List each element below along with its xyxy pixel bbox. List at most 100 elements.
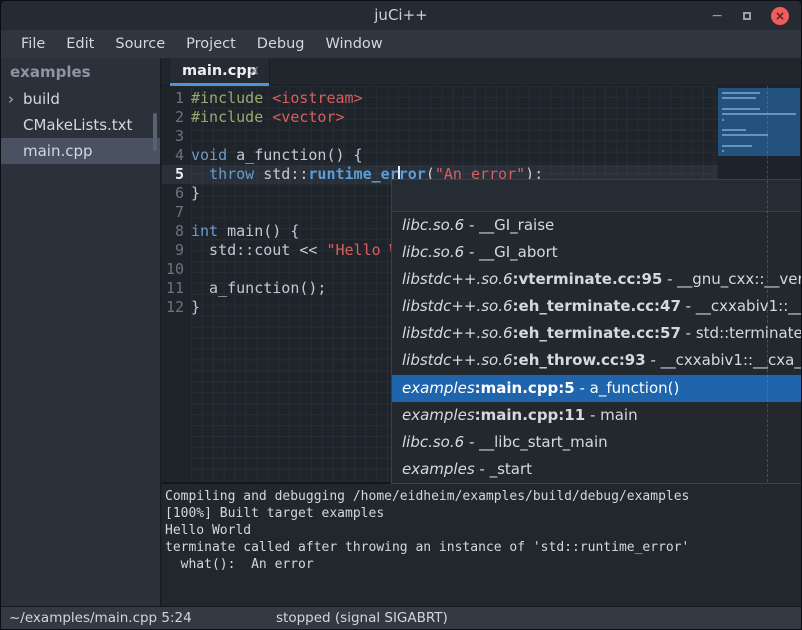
backtrace-row[interactable]: libstdc++.so.6:vterminate.cc:95 - __gnu_…: [392, 266, 802, 293]
minimap-code-line: [722, 97, 756, 99]
frame-file-line: :main.cpp:5: [475, 379, 575, 397]
frame-file-line: :eh_terminate.cc:47: [513, 297, 681, 315]
token-str: "Hello W: [326, 241, 398, 259]
menu-debug[interactable]: Debug: [247, 36, 316, 52]
code-line[interactable]: 6}: [162, 184, 200, 203]
token-def: std::: [254, 165, 308, 183]
token-str: <iostream>: [272, 89, 362, 107]
menu-edit[interactable]: Edit: [56, 36, 105, 52]
frame-function: - __gnu_cxx::__verbos: [662, 270, 802, 288]
backtrace-row[interactable]: libc.so.6 - __GI_raise: [392, 212, 802, 239]
frame-function: - a_function(): [575, 379, 680, 397]
backtrace-row[interactable]: examples:main.cpp:5 - a_function(): [392, 375, 802, 402]
frame-library: libc.so.6: [402, 243, 464, 261]
code-line[interactable]: 10: [162, 260, 191, 279]
minimap[interactable]: [718, 88, 800, 156]
code-text: #include <vector>: [191, 108, 345, 127]
code-line[interactable]: 11 a_function();: [162, 279, 326, 298]
menu-source[interactable]: Source: [105, 36, 176, 52]
app-window: juCi++ − × FileEditSourceProjectDebugWin…: [0, 0, 802, 630]
token-def: }: [191, 298, 200, 316]
code-line[interactable]: 1#include <iostream>: [162, 89, 363, 108]
code-line[interactable]: 4void a_function() {: [162, 146, 363, 165]
code-text: }: [191, 184, 200, 203]
frame-function: - main: [585, 406, 637, 424]
frame-file-line: :eh_terminate.cc:57: [513, 324, 681, 342]
token-kw: throw: [209, 165, 254, 183]
frame-library: examples: [402, 379, 475, 397]
line-number: 9: [162, 241, 191, 260]
code-line[interactable]: 3: [162, 127, 191, 146]
code-line[interactable]: 8int main() {: [162, 222, 299, 241]
minimap-code-line: [722, 134, 768, 136]
sidebar-scrollbar[interactable]: [153, 113, 157, 151]
minimap-code-line: [722, 92, 760, 94]
window-controls: − ×: [711, 1, 789, 30]
backtrace-row[interactable]: libstdc++.so.6:eh_terminate.cc:47 - __cx…: [392, 293, 802, 320]
line-number: 1: [162, 89, 191, 108]
tree-item-label: build: [23, 90, 60, 108]
backtrace-row[interactable]: libc.so.6 - __GI_abort: [392, 239, 802, 266]
line-number: 7: [162, 203, 191, 222]
terminal-line: terminate called after throwing an insta…: [165, 539, 801, 556]
minimap-code-line: [722, 113, 796, 115]
tab-close-icon[interactable]: ×: [248, 58, 260, 84]
code-line[interactable]: 7: [162, 203, 191, 222]
frame-function: - _start: [475, 460, 532, 478]
title-bar[interactable]: juCi++ − ×: [1, 1, 801, 31]
frame-library: libc.so.6: [402, 433, 464, 451]
file-tree-sidebar: examples ›buildCMakeLists.txtmain.cpp: [1, 58, 161, 606]
sidebar-item-build[interactable]: › build: [1, 86, 160, 112]
code-line[interactable]: 2#include <vector>: [162, 108, 345, 127]
frame-file-line: :vterminate.cc:95: [513, 270, 663, 288]
backtrace-row[interactable]: examples:main.cpp:11 - main: [392, 402, 802, 429]
token-pre: #include: [191, 108, 263, 126]
close-button[interactable]: ×: [771, 7, 789, 25]
frame-library: libc.so.6: [402, 216, 464, 234]
minimap-code-line: [722, 145, 752, 147]
backtrace-popup-header: [392, 180, 802, 212]
code-text: std::cout << "Hello W: [191, 241, 399, 260]
frame-library: libstdc++.so.6: [402, 270, 513, 288]
token-def: }: [191, 184, 200, 202]
menu-window[interactable]: Window: [315, 36, 393, 52]
token-def: [263, 89, 272, 107]
frame-library: libstdc++.so.6: [402, 324, 513, 342]
line-number: 10: [162, 260, 191, 279]
backtrace-row[interactable]: libstdc++.so.6:eh_throw.cc:93 - __cxxabi…: [392, 347, 802, 374]
line-number: 4: [162, 146, 191, 165]
token-def: [263, 108, 272, 126]
frame-function: - __libc_start_main: [464, 433, 607, 451]
menu-file[interactable]: File: [11, 36, 56, 52]
status-bar: ~/examples/main.cpp 5:24 stopped (signal…: [1, 606, 801, 629]
backtrace-row[interactable]: libc.so.6 - __libc_start_main: [392, 429, 802, 456]
frame-function: - __GI_abort: [464, 243, 557, 261]
token-def: [191, 165, 209, 183]
restore-button[interactable]: [743, 12, 751, 20]
minimap-code-line: [722, 150, 724, 152]
code-text: #include <iostream>: [191, 89, 363, 108]
line-number: 12: [162, 298, 191, 317]
line-number: 8: [162, 222, 191, 241]
minimize-button[interactable]: −: [711, 11, 723, 21]
terminal-line: what(): An error: [165, 556, 801, 573]
chevron-right-icon[interactable]: ›: [8, 86, 14, 112]
line-number: 2: [162, 108, 191, 127]
terminal-output[interactable]: Compiling and debugging /home/eidheim/ex…: [162, 482, 801, 606]
backtrace-list: libc.so.6 - __GI_raiselibc.so.6 - __GI_a…: [392, 212, 802, 483]
sidebar-item-cmakelists-txt[interactable]: CMakeLists.txt: [1, 112, 160, 138]
backtrace-row[interactable]: examples - _start: [392, 456, 802, 483]
frame-function: - __GI_raise: [464, 216, 554, 234]
file-tree: › build CMakeLists.txtmain.cpp: [1, 86, 160, 164]
tab-main-cpp[interactable]: main.cpp ×: [169, 58, 270, 86]
backtrace-row[interactable]: libstdc++.so.6:eh_terminate.cc:57 - std:…: [392, 320, 802, 347]
token-def: main() {: [218, 222, 299, 240]
line-number: 6: [162, 184, 191, 203]
code-line[interactable]: 12}: [162, 298, 200, 317]
terminal-line: [100%] Built target examples: [165, 505, 801, 522]
right-margin-line: [767, 86, 768, 482]
token-str: <vector>: [272, 108, 344, 126]
menu-project[interactable]: Project: [176, 36, 247, 52]
sidebar-item-main-cpp[interactable]: main.cpp: [1, 138, 160, 164]
code-line[interactable]: 9 std::cout << "Hello W: [162, 241, 399, 260]
